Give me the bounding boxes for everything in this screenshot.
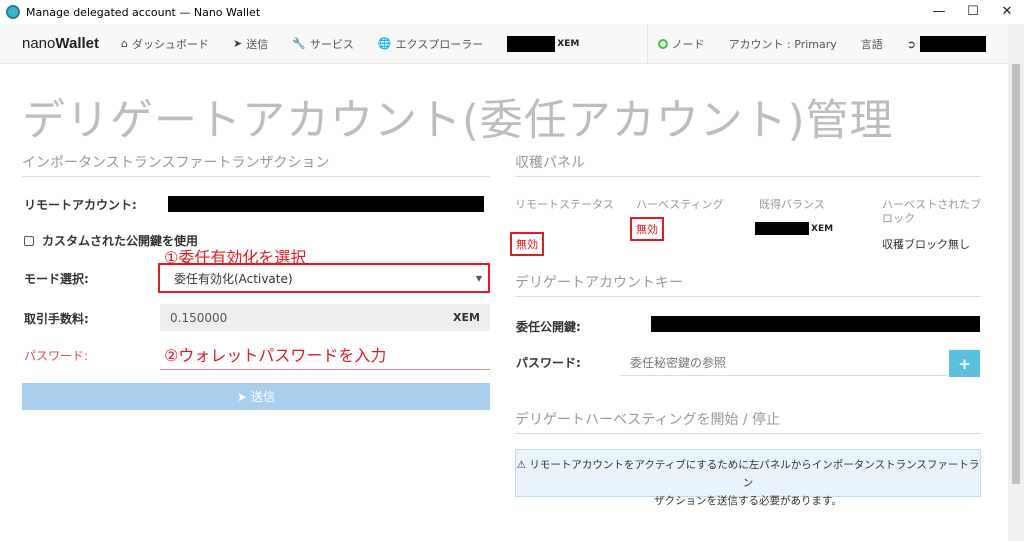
warning-icon: ⚠ <box>516 459 527 471</box>
globe-icon: 🌐 <box>377 37 392 50</box>
vested-balance-value: XEM <box>755 222 833 235</box>
brand-logo[interactable]: nanoWallet <box>22 35 99 52</box>
window-titlebar: Manage delegated account — Nano Wallet —… <box>0 0 1024 24</box>
alert-line-1: ⚠ リモートアカウントをアクティブにするために左パネルからインポータンストランス… <box>516 456 980 492</box>
importance-transfer-title: インポータンストランスファートランザクション <box>22 155 330 171</box>
nav-dashboard[interactable]: ⌂ ダッシュボード <box>121 36 209 52</box>
password-input[interactable] <box>160 344 490 370</box>
remote-status-head: リモートステータス <box>515 198 614 211</box>
fee-label: 取引手数料: <box>24 312 89 326</box>
nav-node-label: ノード <box>671 38 705 51</box>
paper-plane-icon: ➤ <box>232 37 243 50</box>
nav-explorer[interactable]: 🌐 エクスプローラー <box>378 36 483 52</box>
nav-send[interactable]: ➤ 送信 <box>233 36 268 52</box>
mode-select[interactable]: 委任有効化(Activate) ▼ <box>158 263 490 293</box>
left-divider <box>22 176 490 177</box>
remote-account-label: リモートアカウント: <box>24 198 137 212</box>
window-title: Manage delegated account — Nano Wallet <box>26 5 261 19</box>
home-icon: ⌂ <box>121 37 128 50</box>
nav-dashboard-label: ダッシュボード <box>131 37 209 51</box>
vertical-scrollbar[interactable] <box>1008 24 1024 541</box>
harvest-panel-title: 収穫パネル <box>515 155 585 171</box>
window-controls: — ☐ ✕ <box>922 0 1024 22</box>
delegate-pubkey-redacted <box>651 316 980 332</box>
maximize-button[interactable]: ☐ <box>956 0 990 22</box>
nav-logout[interactable]: ➲ <box>907 36 986 52</box>
nav-balance: XEM <box>507 35 580 52</box>
nav-node[interactable]: ノード <box>657 36 705 52</box>
nav-language-label: 言語 <box>860 38 883 51</box>
minimize-button[interactable]: — <box>922 0 956 22</box>
delegate-private-key-input[interactable]: 委任秘密鍵の参照 <box>620 350 948 376</box>
alert-text-1: リモートアカウントをアクティブにするために左パネルからインポータンストランスファ… <box>529 459 980 489</box>
nano-wallet-app-icon <box>6 5 20 19</box>
vested-balance-head: 既得バランス <box>759 198 825 211</box>
send-button[interactable]: ➤ 送信 <box>22 383 490 410</box>
alert-text-2: ザクションを送信する必要があります。 <box>654 495 842 507</box>
fee-unit: XEM <box>453 311 480 324</box>
page-title: デリゲートアカウント(委任アカウント)管理 <box>22 96 894 146</box>
harvest-divider <box>515 176 981 177</box>
send-button-label: 送信 <box>251 390 276 404</box>
circle-icon <box>657 39 668 49</box>
balance-unit: XEM <box>557 38 580 49</box>
nav-explorer-label: エクスプローラー <box>395 37 484 51</box>
nav-right: ノード アカウント : Primary 言語 ➲ <box>646 24 1008 64</box>
nav-language[interactable]: 言語 <box>861 36 883 52</box>
balance-redacted <box>507 35 556 52</box>
vested-balance-unit: XEM <box>811 223 834 234</box>
checkbox-icon <box>24 235 34 246</box>
main-content: デリゲートアカウント(委任アカウント)管理 インポータンストランスファートランザ… <box>0 64 1008 541</box>
mode-select-value: 委任有効化(Activate) <box>174 271 293 286</box>
harvesting-value: 無効 <box>630 217 664 241</box>
nav-account-label: アカウント : Primary <box>728 38 837 51</box>
paper-plane-icon: ➤ <box>236 389 248 404</box>
fee-value: 0.150000 <box>170 310 228 325</box>
start-stop-title: デリゲートハーベスティングを開始 / 停止 <box>515 412 781 428</box>
caret-down-icon: ▼ <box>475 273 482 283</box>
close-button[interactable]: ✕ <box>990 0 1024 22</box>
harvested-blocks-value: 収穫ブロック無し <box>882 238 970 251</box>
sign-out-icon: ➲ <box>906 37 916 51</box>
delegate-pubkey-label: 委任公開鍵: <box>516 320 581 334</box>
harvested-blocks-head: ハーベストされたブロック <box>882 198 982 225</box>
brand-bold: Wallet <box>55 35 99 52</box>
nav-services-label: サービス <box>309 37 354 51</box>
start-stop-divider <box>515 433 981 434</box>
brand-prefix: nano <box>22 35 56 52</box>
nav-account[interactable]: アカウント : Primary <box>729 36 837 52</box>
scrollbar-thumb[interactable] <box>1012 64 1020 484</box>
reveal-key-button[interactable]: + <box>949 350 980 377</box>
nav-services[interactable]: 🔧 サービス <box>292 36 354 52</box>
remote-status-value: 無効 <box>510 232 544 256</box>
top-navbar: nanoWallet ⌂ ダッシュボード ➤ 送信 🔧 サービス 🌐 エクスプロ… <box>0 24 1008 64</box>
logout-redacted <box>920 36 986 52</box>
mode-label: モード選択: <box>24 272 89 286</box>
harvesting-head: ハーベスティング <box>636 198 724 211</box>
vested-balance-redacted <box>755 222 809 235</box>
wrench-icon: 🔧 <box>292 37 306 50</box>
delegate-password-label: パスワード: <box>516 356 581 370</box>
remote-account-value-redacted <box>168 196 484 212</box>
password-label: パスワード: <box>24 349 89 363</box>
delegate-key-divider <box>515 296 981 297</box>
fee-field: 0.150000 XEM <box>160 304 490 331</box>
activation-alert: ⚠ リモートアカウントをアクティブにするために左パネルからインポータンストランス… <box>515 449 981 507</box>
delegate-key-title: デリゲートアカウントキー <box>515 275 683 291</box>
delegate-private-key-placeholder: 委任秘密鍵の参照 <box>630 356 727 370</box>
nav-send-label: 送信 <box>246 37 269 51</box>
